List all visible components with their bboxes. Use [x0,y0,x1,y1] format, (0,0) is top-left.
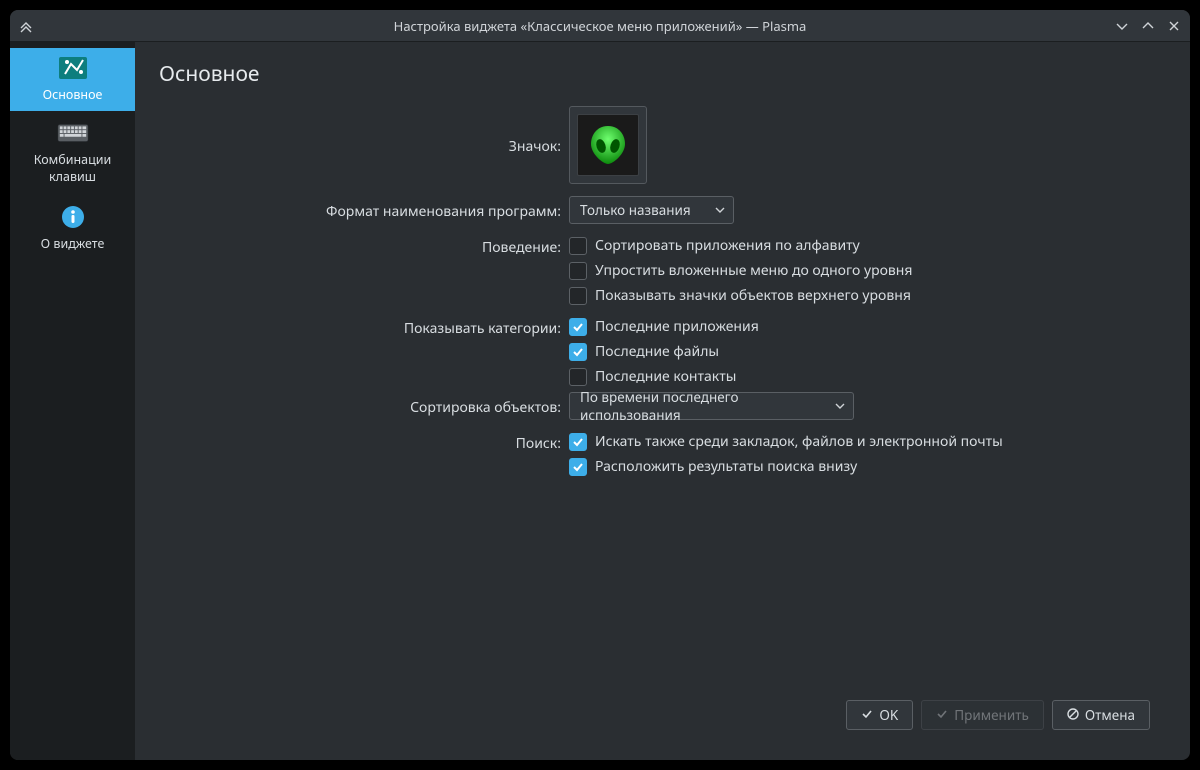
checkbox-label: Сортировать приложения по алфавиту [595,236,860,255]
search-item: Расположить результаты поиска внизу [569,457,1166,476]
titlebar: Настройка виджета «Классическое меню при… [10,10,1190,42]
chevron-down-icon [715,201,725,219]
checkbox-label: Упростить вложенные меню до одного уровн… [595,261,912,280]
sidebar-item-general[interactable]: Основное [10,48,135,111]
format-select[interactable]: Только названия [569,196,734,224]
row-format: Формат наименования программ: Только наз… [159,196,1166,224]
checkbox-search-bookmarks[interactable] [569,433,587,451]
close-button[interactable] [1166,18,1182,34]
checkbox-recent-apps[interactable] [569,318,587,336]
checkbox-label: Искать также среди закладок, файлов и эл… [595,432,1003,451]
minimize-button[interactable] [1114,18,1130,34]
check-icon [936,706,948,724]
row-behavior: Поведение: Сортировать приложения по алф… [159,236,1166,305]
expand-up-icon[interactable] [18,18,34,34]
search-label: Поиск: [159,432,569,453]
row-sort: Сортировка объектов: По времени последне… [159,392,1166,420]
behavior-label: Поведение: [159,236,569,257]
icon-picker-button[interactable] [569,106,647,184]
dialog-footer: OK Применить Отмена [159,688,1166,742]
checkbox-label: Последние приложения [595,317,759,336]
appearance-icon [57,54,89,82]
check-icon [861,706,873,724]
checkbox-label: Последние файлы [595,342,719,361]
info-icon [57,203,89,231]
content-area: Основное Комбинации клавиш [10,42,1190,760]
icon-preview [577,114,639,176]
checkbox-toplevel-icons[interactable] [569,287,587,305]
titlebar-left [18,18,34,34]
sidebar-item-label: О виджете [41,235,105,252]
icon-label: Значок: [159,135,569,156]
checkbox-sort-alpha[interactable] [569,237,587,255]
cancel-icon [1067,706,1079,724]
window-title: Настройка виджета «Классическое меню при… [10,17,1190,35]
page-title: Основное [159,60,1166,88]
format-label: Формат наименования программ: [159,200,569,221]
row-categories: Показывать категории: Последние приложен… [159,317,1166,386]
form-area: Значок: [159,106,1166,688]
category-item: Последние приложения [569,317,1166,336]
checkbox-recent-files[interactable] [569,343,587,361]
cancel-label: Отмена [1085,706,1135,724]
ok-label: OK [879,706,898,724]
checkbox-label: Последние контакты [595,367,736,386]
sidebar-item-label: Комбинации клавиш [18,151,127,185]
checkbox-label: Показывать значки объектов верхнего уров… [595,286,911,305]
sort-label: Сортировка объектов: [159,396,569,417]
row-icon: Значок: [159,106,1166,184]
category-item: Последние файлы [569,342,1166,361]
apply-button[interactable]: Применить [921,700,1044,730]
categories-label: Показывать категории: [159,317,569,338]
sidebar-item-about[interactable]: О виджете [14,197,131,260]
settings-window: Настройка виджета «Классическое меню при… [10,10,1190,760]
checkbox-recent-contacts[interactable] [569,368,587,386]
format-value: Только названия [580,201,691,219]
sidebar-item-label: Основное [43,86,103,103]
cancel-button[interactable]: Отмена [1052,700,1150,730]
sort-select[interactable]: По времени последнего использования [569,392,854,420]
chevron-down-icon [835,397,845,415]
apply-label: Применить [954,706,1029,724]
sort-value: По времени последнего использования [580,388,827,424]
keyboard-icon [57,119,89,147]
main-panel: Основное Значок: [135,42,1190,760]
checkbox-flatten-submenu[interactable] [569,262,587,280]
maximize-button[interactable] [1140,18,1156,34]
behavior-item: Показывать значки объектов верхнего уров… [569,286,1166,305]
behavior-item: Сортировать приложения по алфавиту [569,236,1166,255]
behavior-item: Упростить вложенные меню до одного уровн… [569,261,1166,280]
sidebar: Основное Комбинации клавиш [10,42,135,760]
row-search: Поиск: Искать также среди закладок, файл… [159,432,1166,476]
checkbox-label: Расположить результаты поиска внизу [595,457,857,476]
category-item: Последние контакты [569,367,1166,386]
search-item: Искать также среди закладок, файлов и эл… [569,432,1166,451]
ok-button[interactable]: OK [846,700,913,730]
titlebar-controls [1114,18,1182,34]
checkbox-results-bottom[interactable] [569,458,587,476]
sidebar-item-shortcuts[interactable]: Комбинации клавиш [14,113,131,193]
alien-icon [585,122,631,168]
